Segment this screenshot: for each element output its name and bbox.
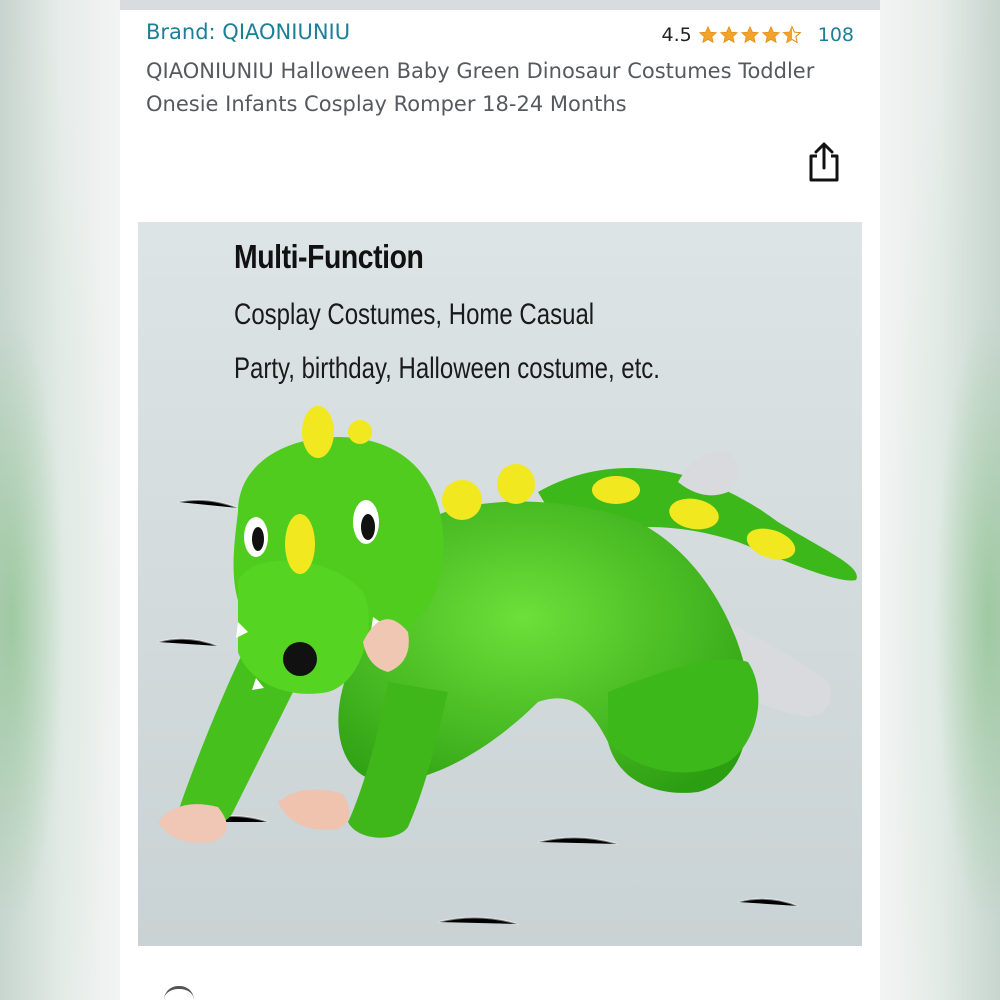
rating-value: 4.5 [661, 24, 692, 46]
product-card: Brand: QIAONIUNIU 4.5 108 QIAONIUNIU Hal… [120, 0, 880, 1000]
hero-heading: Multi-Function [234, 238, 424, 275]
star-icon [719, 25, 738, 44]
hero-text-line: Party, birthday, Halloween costume, etc. [234, 352, 660, 385]
next-section-hint [164, 986, 194, 1000]
hero-text-line: Cosplay Costumes, Home Casual [234, 298, 595, 331]
product-title: QIAONIUNIU Halloween Baby Green Dinosaur… [146, 59, 815, 116]
background-right [880, 0, 1000, 1000]
top-divider [120, 0, 880, 10]
star-icon [740, 25, 759, 44]
share-icon[interactable] [804, 140, 844, 184]
star-rating [698, 25, 802, 45]
rating-summary[interactable]: 4.5 108 [662, 24, 854, 46]
product-image[interactable]: Multi-Function Cosplay Costumes, Home Ca… [138, 222, 862, 946]
star-icon [761, 25, 780, 44]
rating-count[interactable]: 108 [818, 24, 854, 46]
background-left [0, 0, 120, 1000]
half-star-icon [782, 25, 802, 44]
star-icon [698, 25, 717, 44]
brand-link[interactable]: Brand: QIAONIUNIU [146, 20, 350, 44]
